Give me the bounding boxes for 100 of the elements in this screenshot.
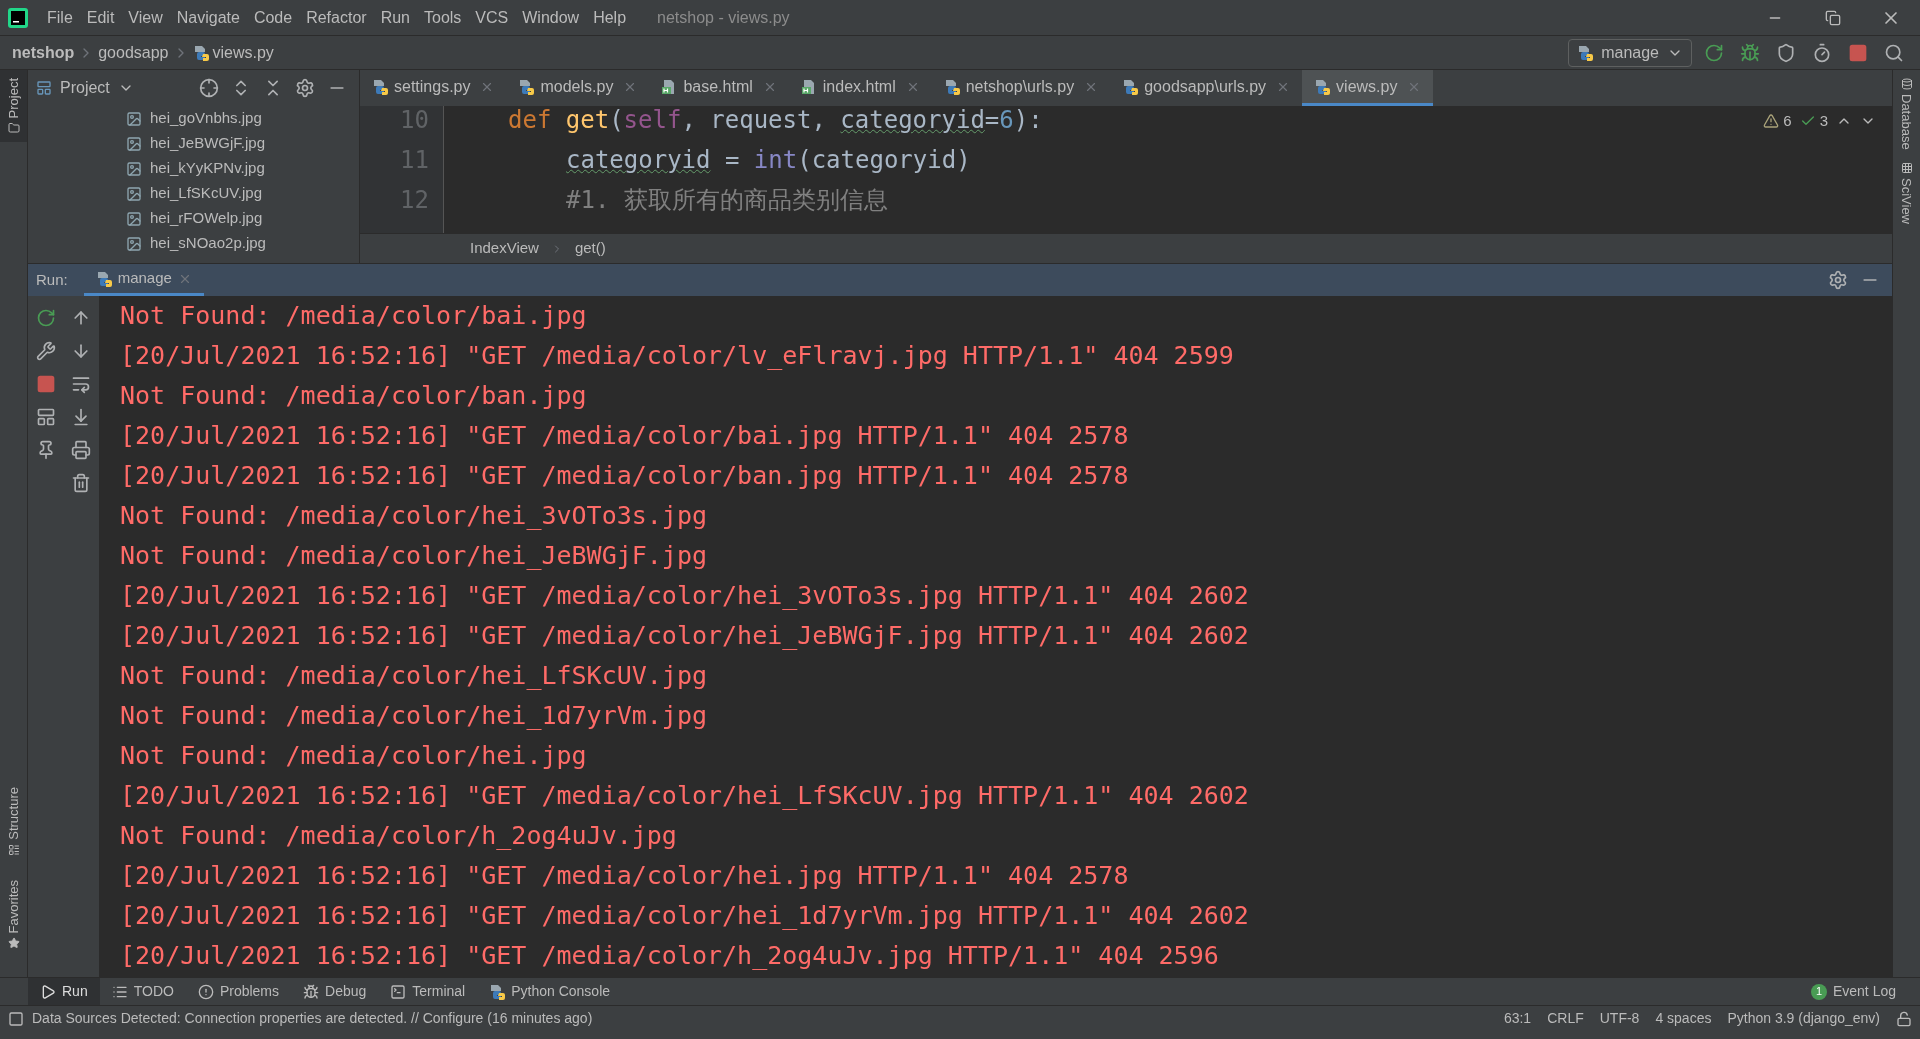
code-breadcrumb[interactable]: IndexView <box>470 237 539 260</box>
console-line: [20/Jul/2021 16:52:16] "GET /media/color/lv_eFlravj.jpg HTTP/1.1" 404 2599 <box>120 340 1234 372</box>
console-line: [20/Jul/2021 16:52:16] "GET /media/color/h_2og4uJv.jpg HTTP/1.1" 404 2596 <box>120 940 1219 972</box>
python-file-icon <box>1122 78 1139 95</box>
grid-icon <box>1900 161 1913 174</box>
unlock-icon[interactable] <box>1896 1010 1912 1027</box>
status-message: Data Sources Detected: Connection properties are detected. // Configure (16 minutes ago) <box>32 1009 593 1028</box>
code-line: categoryid = int(categoryid) <box>566 145 971 176</box>
notification-badge: 1 <box>1810 983 1827 1000</box>
project-view-dropdown[interactable]: Project <box>36 76 134 100</box>
menu-item[interactable]: Navigate <box>169 5 247 30</box>
console-line: Not Found: /media/color/hei_LfSKcUV.jpg <box>120 660 707 692</box>
code-breadcrumb[interactable]: get() <box>574 237 606 260</box>
breadcrumb[interactable]: netshop <box>12 40 75 65</box>
python-file-icon <box>489 983 506 1000</box>
code-line: def get(self, request, categoryid=6): <box>508 106 1043 136</box>
tree-item[interactable]: hei_goVnbhs.jpg <box>126 106 359 131</box>
tool-window-tab[interactable]: Debug <box>291 978 379 1005</box>
app-logo-icon <box>8 7 28 28</box>
star-icon <box>7 937 20 949</box>
status-item[interactable]: CRLF <box>1547 1008 1584 1029</box>
structure-icon <box>7 843 20 856</box>
panel-icon <box>36 80 52 96</box>
console-line: Not Found: /media/color/h_2og4uJv.jpg <box>120 820 677 852</box>
editor-tab[interactable]: views.py <box>1302 70 1434 106</box>
console-line: Not Found: /media/color/bai.jpg <box>120 300 587 332</box>
editor-tab[interactable]: netshop\urls.py <box>931 70 1111 106</box>
database-icon <box>1900 78 1913 90</box>
console-line: [20/Jul/2021 16:52:16] "GET /media/color/hei_LfSKcUV.jpg HTTP/1.1" 404 2602 <box>120 780 1249 812</box>
tool-window-tab[interactable]: Python Console <box>477 978 623 1005</box>
console-line: Not Found: /media/color/ban.jpg <box>120 380 587 412</box>
tool-window-tab[interactable]: SciView <box>1896 161 1917 224</box>
python-file-icon <box>95 270 112 287</box>
console-line: [20/Jul/2021 16:52:16] "GET /media/color/ban.jpg HTTP/1.1" 404 2578 <box>120 460 1129 492</box>
alert-icon <box>197 983 214 1000</box>
tool-window-tab[interactable]: Structure <box>0 774 27 868</box>
status-item[interactable]: UTF-8 <box>1599 1008 1640 1029</box>
image-file-icon <box>126 185 142 202</box>
play-icon <box>40 983 56 1000</box>
console-line: [20/Jul/2021 16:52:16] "GET /media/color/bai.jpg HTTP/1.1" 404 2578 <box>120 420 1129 452</box>
terminal-icon <box>390 983 407 1000</box>
python-file-icon <box>518 78 535 95</box>
console-line: Not Found: /media/color/hei.jpg <box>120 740 587 772</box>
menu-item[interactable]: Run <box>373 5 417 30</box>
menu-item[interactable]: View <box>121 5 170 30</box>
breadcrumb[interactable]: goodsapp <box>98 40 169 65</box>
console-line: Not Found: /media/color/hei_3vOTo3s.jpg <box>120 500 707 532</box>
menu-item[interactable]: Tools <box>417 5 469 30</box>
run-label: Run: <box>36 269 68 290</box>
project-tool-tab[interactable]: Project <box>0 70 27 143</box>
tree-item[interactable]: hei_LfSKcUV.jpg <box>126 181 359 206</box>
tool-window-tab[interactable]: Problems <box>185 978 292 1005</box>
python-file-icon <box>943 78 960 95</box>
status-item[interactable]: 4 spaces <box>1655 1008 1712 1029</box>
tool-window-tab[interactable]: TODO <box>99 978 186 1005</box>
tree-item[interactable]: hei_JeBWGjF.jpg <box>126 131 359 156</box>
editor-tab[interactable]: base.html <box>649 70 789 106</box>
menu-item[interactable]: Help <box>586 5 634 30</box>
console-line: Not Found: /media/color/hei_1d7yrVm.jpg <box>120 700 707 732</box>
menu-item[interactable]: Refactor <box>299 5 374 30</box>
event-log-button[interactable]: 1 Event Log <box>1810 981 1896 1002</box>
breadcrumb[interactable]: views.py <box>192 40 274 65</box>
editor-tab[interactable]: settings.py <box>360 70 507 106</box>
menu-item[interactable]: VCS <box>468 5 516 30</box>
tree-item[interactable]: hei_sNOao2p.jpg <box>126 231 359 256</box>
tree-item[interactable]: hei_kYyKPNv.jpg <box>126 156 359 181</box>
tool-window-tab[interactable]: Database <box>1896 78 1917 150</box>
folder-icon <box>7 122 20 135</box>
code-line: #1. 获取所有的商品类别信息 <box>566 185 888 216</box>
menu-item[interactable]: Code <box>246 5 300 30</box>
console-line: Not Found: /media/color/hei_JeBWGjF.jpg <box>120 540 707 572</box>
menu-item[interactable]: File <box>40 5 80 30</box>
status-item[interactable]: Python 3.9 (django_env) <box>1727 1008 1880 1029</box>
weak-warnings-indicator[interactable]: 3 <box>1799 110 1828 133</box>
window-title: netshop - views.py <box>657 7 790 28</box>
status-item[interactable]: 63:1 <box>1503 1008 1532 1029</box>
python-file-icon <box>372 78 388 95</box>
python-file-icon <box>192 44 209 61</box>
console-line: [20/Jul/2021 16:52:16] "GET /media/color/hei_3vOTo3s.jpg HTTP/1.1" 404 2602 <box>120 580 1249 612</box>
run-config-dropdown[interactable]: manage <box>1568 38 1692 67</box>
python-file-icon <box>1577 44 1594 61</box>
python-file-icon <box>1314 78 1331 95</box>
menu-item[interactable]: Window <box>515 5 587 30</box>
console-line: [20/Jul/2021 16:52:16] "GET /media/color/hei_1d7yrVm.jpg HTTP/1.1" 404 2602 <box>120 900 1249 932</box>
image-file-icon <box>126 160 142 177</box>
console-line: [20/Jul/2021 16:52:16] "GET /media/color/hei_JeBWGjF.jpg HTTP/1.1" 404 2602 <box>120 620 1249 652</box>
tool-window-tab[interactable]: Run <box>28 978 100 1005</box>
warnings-indicator[interactable]: 6 <box>1763 110 1792 133</box>
console-line: [20/Jul/2021 16:52:16] "GET /media/color/hei.jpg HTTP/1.1" 404 2578 <box>120 860 1129 892</box>
editor-tab[interactable]: index.html <box>788 70 932 106</box>
tool-window-tab[interactable]: Favorites <box>0 867 27 961</box>
menu-item[interactable]: Edit <box>79 5 122 30</box>
image-file-icon <box>126 235 142 252</box>
editor-tab[interactable]: goodsapp\urls.py <box>1110 70 1303 106</box>
editor-tab[interactable]: models.py <box>506 70 650 106</box>
toggle-panels-icon[interactable] <box>8 1010 24 1027</box>
html-file-icon <box>800 78 817 95</box>
tree-item[interactable]: hei_rFOWelp.jpg <box>126 206 359 231</box>
image-file-icon <box>126 210 142 227</box>
tool-window-tab[interactable]: Terminal <box>378 978 478 1005</box>
